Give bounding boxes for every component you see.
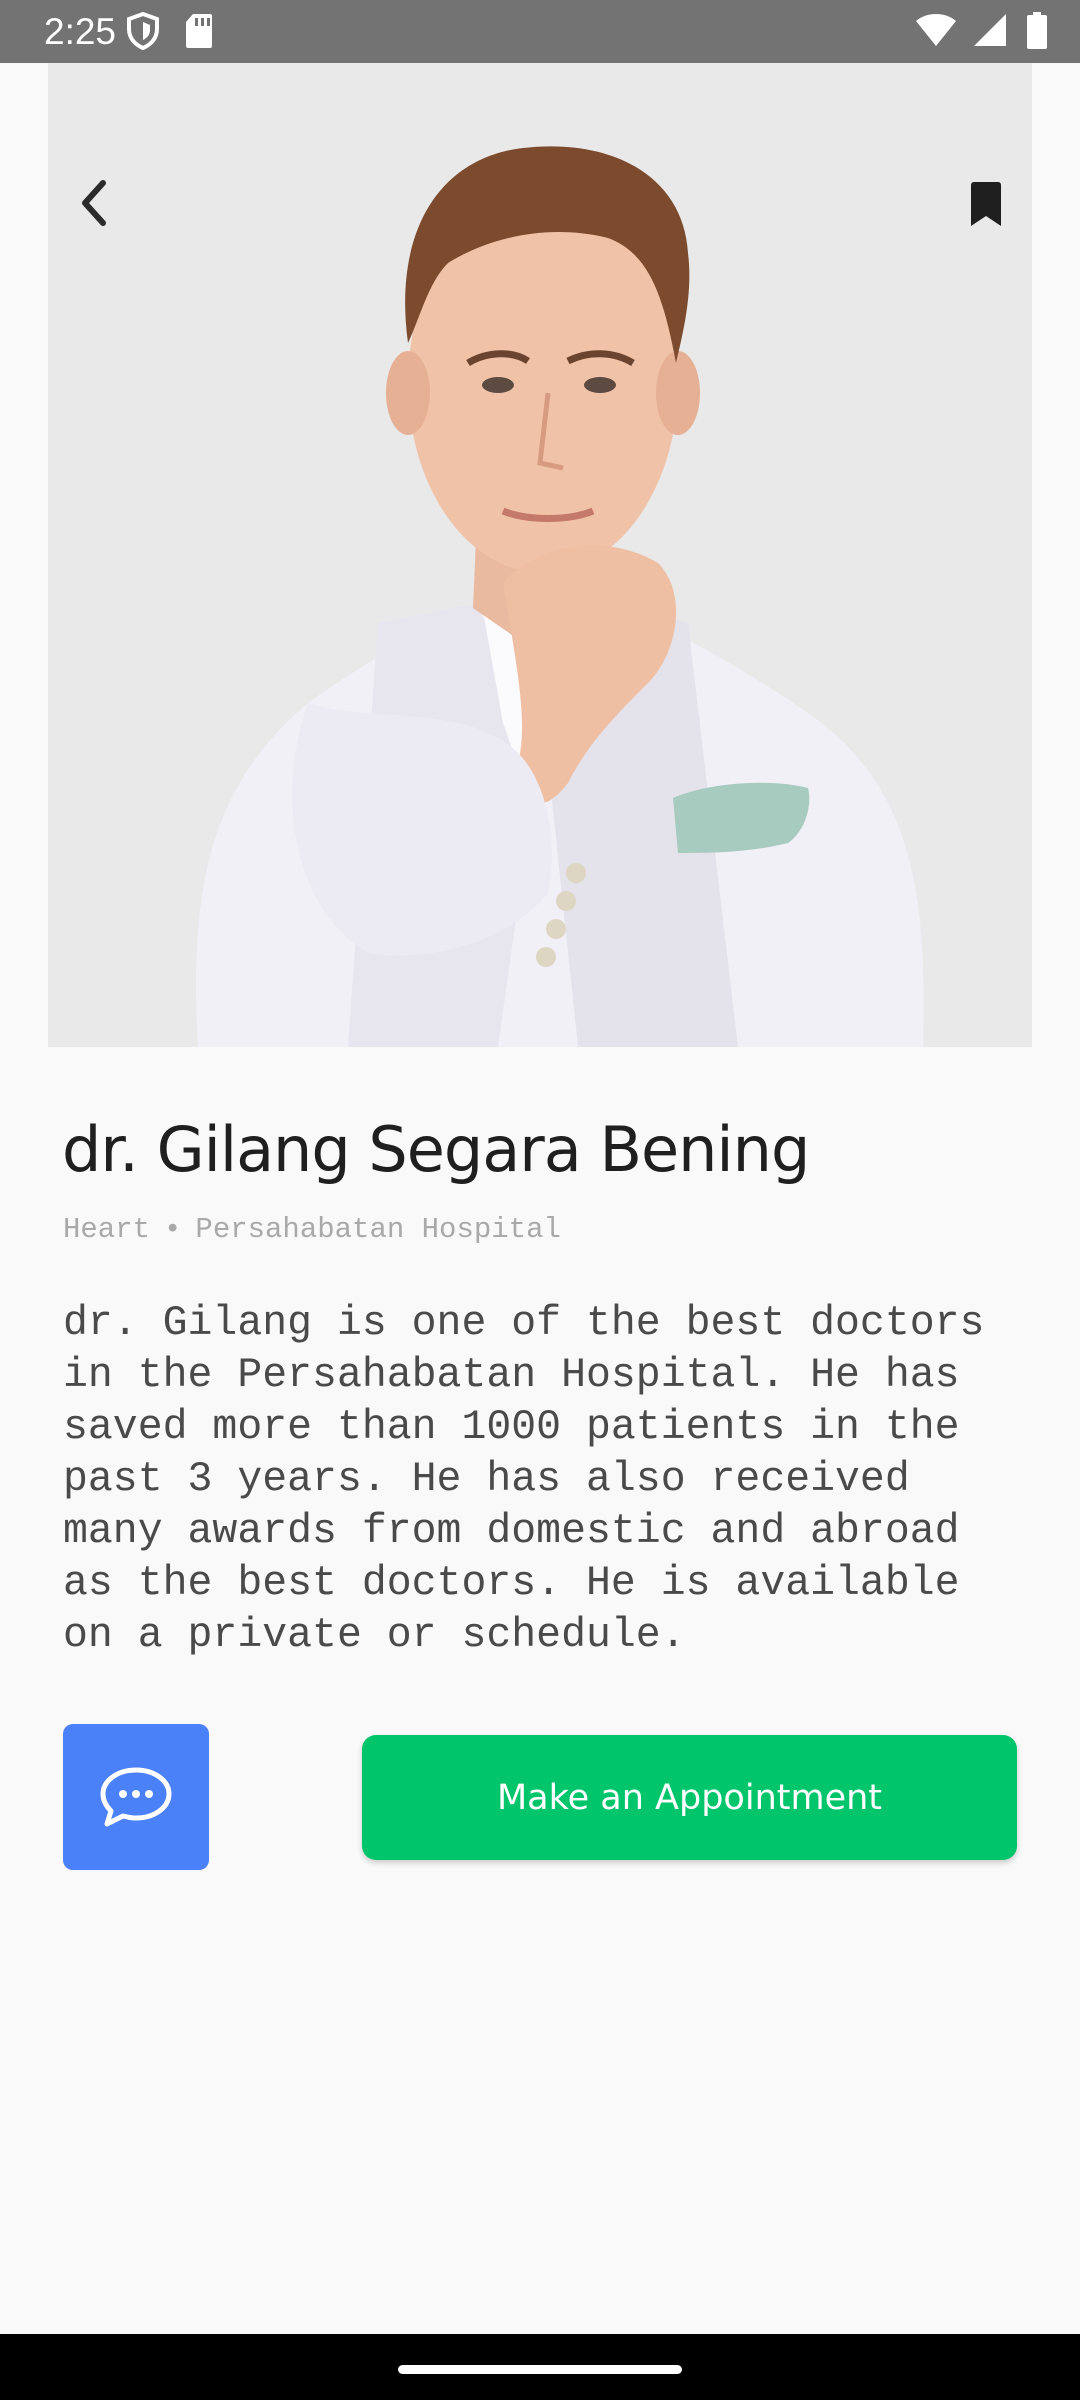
battery-icon — [1027, 12, 1047, 49]
doctor-subtitle: Heart • Persahabatan Hospital — [63, 1210, 561, 1250]
doctor-photo — [48, 63, 1032, 1047]
chat-bubble-icon — [100, 1767, 172, 1827]
status-time: 2:25 — [44, 11, 117, 52]
bookmark-icon — [971, 182, 1001, 226]
signal-icon — [973, 14, 1006, 46]
make-appointment-button[interactable]: Make an Appointment — [362, 1735, 1017, 1860]
wifi-icon — [916, 14, 957, 46]
hospital-label: Persahabatan Hospital — [195, 1213, 561, 1246]
separator-dot: • — [164, 1213, 182, 1246]
sd-card-icon — [186, 14, 213, 48]
status-bar: 2:25 — [0, 0, 1080, 63]
doctor-portrait — [48, 63, 1032, 1047]
doctor-bio: dr. Gilang is one of the best doctors in… — [63, 1300, 985, 1659]
bookmark-button[interactable] — [958, 172, 1014, 236]
shield-icon — [127, 12, 159, 50]
specialty-label: Heart — [63, 1213, 151, 1246]
doctor-name: dr. Gilang Segara Bening — [62, 1113, 810, 1186]
home-indicator[interactable] — [398, 2365, 682, 2374]
back-button[interactable] — [64, 168, 124, 238]
chevron-left-icon — [82, 180, 106, 226]
chat-button[interactable] — [63, 1724, 209, 1870]
